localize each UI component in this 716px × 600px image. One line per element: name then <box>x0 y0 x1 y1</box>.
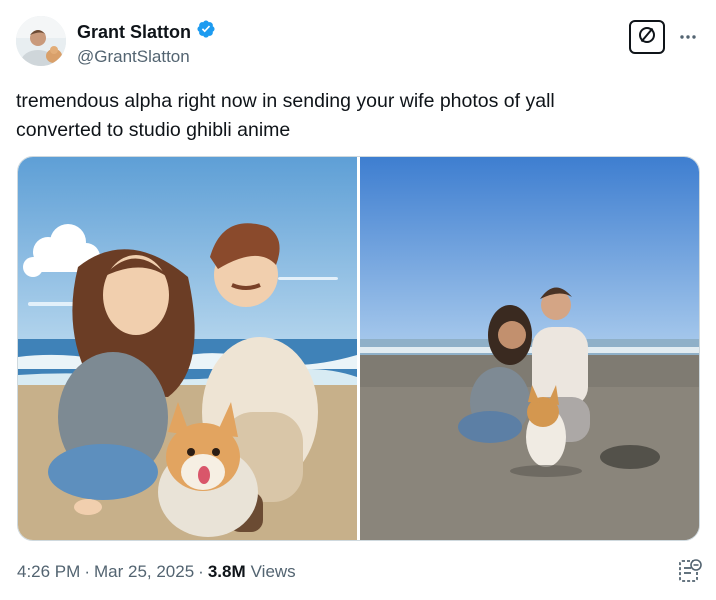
grok-button[interactable] <box>629 20 665 54</box>
author-info: Grant Slatton @GrantSlatton <box>77 19 216 67</box>
media-photo-anime[interactable] <box>18 157 357 540</box>
views-count: 3.8M <box>207 562 246 581</box>
tweet-meta: 4:26 PM · Mar 25, 2025 · 3.8M Views <box>17 562 296 582</box>
tweet-date[interactable]: Mar 25, 2025 <box>94 562 194 582</box>
user-handle[interactable]: @GrantSlatton <box>77 47 216 67</box>
grok-slash-circle-icon <box>637 25 657 50</box>
media-grid <box>17 156 700 541</box>
meta-separator: · <box>198 562 204 581</box>
avatar[interactable] <box>16 16 66 66</box>
verified-badge-icon[interactable] <box>196 19 216 44</box>
more-horizontal-icon <box>679 27 697 45</box>
display-name[interactable]: Grant Slatton <box>77 21 191 43</box>
community-notes-icon <box>678 558 702 589</box>
meta-separator: · <box>84 562 90 581</box>
tweet-time[interactable]: 4:26 PM <box>17 562 80 582</box>
tweet-text: tremendous alpha right now in sending yo… <box>16 90 555 141</box>
media-photo-beach[interactable] <box>360 157 699 540</box>
views-label: Views <box>250 562 296 581</box>
community-notes-button[interactable] <box>676 558 704 588</box>
more-options-button[interactable] <box>676 22 700 50</box>
